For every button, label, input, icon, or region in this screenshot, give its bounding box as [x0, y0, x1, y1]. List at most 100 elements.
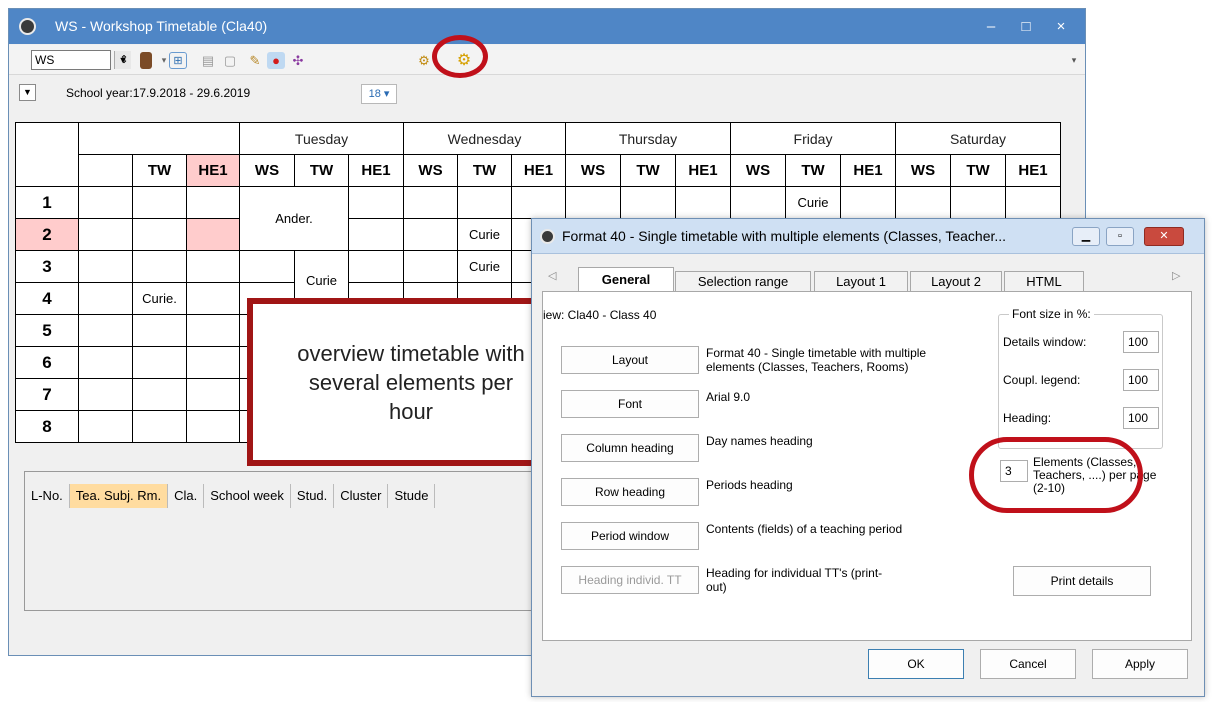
element-header[interactable]: WS: [895, 154, 951, 187]
timetable-cell[interactable]: [186, 314, 240, 347]
element-header[interactable]: WS: [239, 154, 295, 187]
timetable-cell[interactable]: [186, 186, 240, 219]
element-header[interactable]: TW: [457, 154, 512, 187]
period-number[interactable]: 6: [15, 346, 79, 379]
timetable-cell[interactable]: [348, 218, 404, 251]
timetable-cell[interactable]: [186, 346, 240, 379]
palette-icon[interactable]: ✎: [246, 52, 264, 69]
period-number[interactable]: 2: [15, 218, 79, 251]
close-icon[interactable]: ✕: [1144, 227, 1184, 246]
timetable-cell[interactable]: [132, 314, 187, 347]
element-header[interactable]: HE1: [511, 154, 566, 187]
details-col-stude[interactable]: Stude: [388, 484, 436, 508]
timetable-cell[interactable]: [186, 410, 240, 443]
network-icon[interactable]: ✣: [289, 52, 307, 69]
timetable-cell[interactable]: [78, 250, 133, 283]
timetable-cell[interactable]: [511, 186, 566, 219]
timetable-cell[interactable]: [620, 186, 676, 219]
day-header[interactable]: Thursday: [565, 122, 731, 155]
element-header[interactable]: TW: [294, 154, 349, 187]
timetable-cell[interactable]: [348, 250, 404, 283]
timetable-cell[interactable]: [78, 186, 133, 219]
timetable-cell[interactable]: [132, 218, 187, 251]
timetable-cell[interactable]: [895, 186, 951, 219]
timetable-cell[interactable]: [186, 250, 240, 283]
element-header[interactable]: HE1: [186, 154, 240, 187]
timetable-cell[interactable]: [457, 186, 512, 219]
timetable-cell[interactable]: [239, 250, 295, 283]
timetable-cell[interactable]: [565, 186, 621, 219]
timetable-cell[interactable]: [132, 346, 187, 379]
tab-general[interactable]: General: [578, 267, 674, 293]
period-number[interactable]: 4: [15, 282, 79, 315]
element-header[interactable]: HE1: [348, 154, 404, 187]
timetable-cell[interactable]: [78, 378, 133, 411]
period-number[interactable]: 3: [15, 250, 79, 283]
heading-input[interactable]: 100: [1123, 407, 1159, 429]
period-number[interactable]: 5: [15, 314, 79, 347]
day-header[interactable]: Wednesday: [403, 122, 566, 155]
grid-icon[interactable]: ⊞: [169, 52, 187, 69]
pin-icon[interactable]: ●: [267, 52, 285, 69]
day-header[interactable]: Saturday: [895, 122, 1061, 155]
lesson-cell[interactable]: Curie: [457, 250, 512, 283]
lesson-cell[interactable]: Curie.: [132, 282, 187, 315]
timetable-cell[interactable]: [950, 186, 1006, 219]
element-header[interactable]: TW: [132, 154, 187, 187]
timetable-cell[interactable]: [78, 410, 133, 443]
timetable-cell[interactable]: [186, 218, 240, 251]
timetable-cell[interactable]: [132, 410, 187, 443]
timetable-cell[interactable]: [403, 186, 458, 219]
element-header[interactable]: HE1: [1005, 154, 1061, 187]
timetable-cell[interactable]: [132, 250, 187, 283]
timetable-cell[interactable]: [403, 218, 458, 251]
print-details-button[interactable]: Print details: [1013, 566, 1151, 596]
heading-individ-tt-button[interactable]: Heading individ. TT: [561, 566, 699, 594]
element-header[interactable]: HE1: [840, 154, 896, 187]
details-col-stud[interactable]: Stud.: [291, 484, 335, 508]
element-header[interactable]: TW: [785, 154, 841, 187]
timetable-cell[interactable]: [1005, 186, 1061, 219]
timetable-cell[interactable]: [78, 282, 133, 315]
lesson-cell[interactable]: Curie: [785, 186, 841, 219]
maximize-icon[interactable]: ▫: [1106, 227, 1134, 246]
font-button[interactable]: Font: [561, 390, 699, 418]
day-header[interactable]: Tuesday: [239, 122, 404, 155]
element-header[interactable]: TW: [950, 154, 1006, 187]
timetable-cell[interactable]: [78, 314, 133, 347]
lock-icon[interactable]: ▢: [221, 52, 239, 69]
timetable-cell[interactable]: [78, 218, 133, 251]
lesson-cell[interactable]: Ander.: [239, 186, 349, 251]
timetable-cell[interactable]: [730, 186, 786, 219]
period-window-button[interactable]: Period window: [561, 522, 699, 550]
period-number[interactable]: 1: [15, 186, 79, 219]
timetable-cell[interactable]: [675, 186, 731, 219]
window-title-bar[interactable]: WS - Workshop Timetable (Cla40) – □ ×: [9, 9, 1085, 44]
element-header[interactable]: WS: [730, 154, 786, 187]
details-col-school-week[interactable]: School week: [204, 484, 291, 508]
timetable-cell[interactable]: [186, 282, 240, 315]
tab-selection-range[interactable]: Selection range: [675, 271, 811, 293]
details-col-cla[interactable]: Cla.: [168, 484, 205, 508]
layout-button[interactable]: Layout: [561, 346, 699, 374]
tab-layout-1[interactable]: Layout 1: [814, 271, 908, 293]
apply-button[interactable]: Apply: [1092, 649, 1188, 679]
row-heading-button[interactable]: Row heading: [561, 478, 699, 506]
day-header[interactable]: Friday: [730, 122, 896, 155]
tab-scroll-left-icon[interactable]: ◁: [548, 269, 556, 282]
close-button[interactable]: ×: [1047, 9, 1075, 44]
timetable-cell[interactable]: [132, 186, 187, 219]
timetable-cell[interactable]: [403, 250, 458, 283]
toolbar-overflow-icon[interactable]: ▾: [1065, 52, 1083, 69]
tab-layout-2[interactable]: Layout 2: [910, 271, 1002, 293]
calendar-button[interactable]: 18 ▾: [361, 84, 397, 104]
timetable-cell[interactable]: [348, 186, 404, 219]
timetable-cell[interactable]: [78, 346, 133, 379]
coupl-legend-input[interactable]: 100: [1123, 369, 1159, 391]
tab-scroll-right-icon[interactable]: ▷: [1172, 269, 1180, 282]
period-number[interactable]: 7: [15, 378, 79, 411]
element-select[interactable]: WS ▼: [31, 50, 131, 70]
column-heading-button[interactable]: Column heading: [561, 434, 699, 462]
settings-gear-icon[interactable]: ⚙: [415, 52, 433, 69]
collapse-dropdown-icon[interactable]: ▼: [19, 84, 36, 101]
